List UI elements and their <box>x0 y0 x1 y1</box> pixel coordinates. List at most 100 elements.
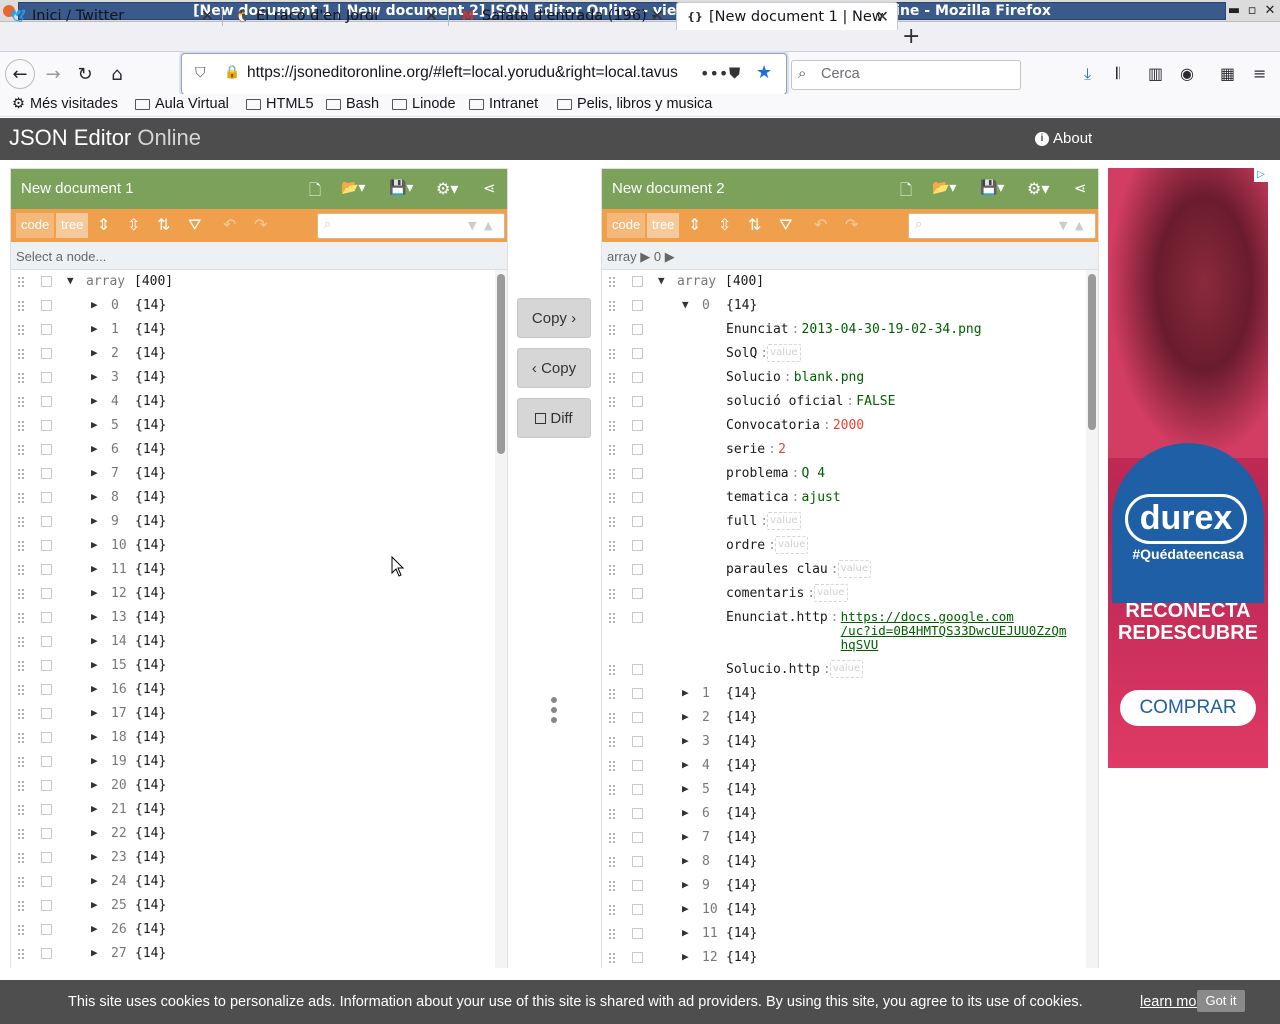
collapse-all-icon[interactable]: ⇳ <box>718 215 731 234</box>
drag-handle-icon[interactable] <box>17 924 25 936</box>
select-checkbox[interactable] <box>632 420 643 431</box>
field-value[interactable]: 2013-04-30-19-02-34.png <box>802 322 982 337</box>
about-link[interactable]: i About <box>1035 130 1092 147</box>
select-checkbox[interactable] <box>41 924 52 935</box>
collapse-all-icon[interactable]: ⇳ <box>127 215 140 234</box>
select-checkbox[interactable] <box>41 468 52 479</box>
tree-row[interactable]: ▶ 3 {14} <box>602 730 1098 754</box>
library-icon[interactable]: 𝄃 <box>1116 64 1120 84</box>
drag-handle-icon[interactable] <box>608 492 616 504</box>
home-icon[interactable]: ⌂ <box>102 59 132 89</box>
collapsed-arrow-icon[interactable]: ▶ <box>682 950 689 963</box>
drag-handle-icon[interactable] <box>17 900 25 912</box>
select-checkbox[interactable] <box>632 904 643 915</box>
field-row[interactable]: paraules clau: value <box>602 558 1098 582</box>
collapsed-arrow-icon[interactable]: ▶ <box>91 634 98 647</box>
tab-json-editor[interactable]: {} [New document 1 | New ✕ <box>676 2 898 30</box>
mode-code-button[interactable]: code <box>607 213 646 238</box>
select-checkbox[interactable] <box>41 660 52 671</box>
select-checkbox[interactable] <box>632 712 643 723</box>
drag-handle-icon[interactable] <box>17 492 25 504</box>
field-value[interactable]: Q 4 <box>802 466 825 481</box>
new-tab-icon[interactable]: + <box>902 25 920 49</box>
field-key[interactable]: tematica <box>726 490 789 505</box>
drag-handle-icon[interactable] <box>608 564 616 576</box>
expanded-arrow-icon[interactable]: ▼ <box>67 274 74 287</box>
field-key[interactable]: Enunciat.http <box>726 610 828 625</box>
expanded-arrow-icon[interactable]: ▼ <box>658 274 665 287</box>
tree-row[interactable]: ▶ 1 {14} <box>602 682 1098 706</box>
collapsed-arrow-icon[interactable]: ▶ <box>91 394 98 407</box>
select-checkbox[interactable] <box>41 516 52 527</box>
minimize-icon[interactable]: ▬ <box>1226 3 1242 19</box>
collapsed-arrow-icon[interactable]: ▶ <box>682 806 689 819</box>
select-checkbox[interactable] <box>41 948 52 959</box>
collapsed-arrow-icon[interactable]: ▶ <box>91 298 98 311</box>
tree-row[interactable]: ▶ 7 {14} <box>602 826 1098 850</box>
select-checkbox[interactable] <box>41 684 52 695</box>
collapsed-arrow-icon[interactable]: ▶ <box>682 926 689 939</box>
drag-handle-icon[interactable] <box>17 780 25 792</box>
collapsed-arrow-icon[interactable]: ▶ <box>682 782 689 795</box>
collapsed-arrow-icon[interactable]: ▶ <box>91 418 98 431</box>
field-row[interactable]: solució oficial: FALSE <box>602 390 1098 414</box>
search-next-icon[interactable]: ▼ <box>1059 219 1067 232</box>
drag-handle-icon[interactable] <box>17 420 25 432</box>
tree-row[interactable]: ▶ 10 {14} <box>602 898 1098 922</box>
select-checkbox[interactable] <box>632 396 643 407</box>
drag-handle-icon[interactable] <box>608 444 616 456</box>
tree-row[interactable]: ▶ 24 {14} <box>11 870 507 894</box>
collapsed-arrow-icon[interactable]: ▶ <box>91 754 98 767</box>
extensions-icon[interactable]: ▦ <box>1220 64 1235 83</box>
expand-all-icon[interactable]: ⇕ <box>688 215 701 234</box>
field-value[interactable]: ajust <box>802 490 841 505</box>
menu-icon[interactable]: ≡ <box>1253 64 1266 83</box>
select-checkbox[interactable] <box>632 300 643 311</box>
tree-row[interactable]: ▶ 14 {14} <box>11 630 507 654</box>
select-checkbox[interactable] <box>41 588 52 599</box>
field-value[interactable]: 2000 <box>833 418 864 433</box>
collapsed-arrow-icon[interactable]: ▶ <box>91 370 98 383</box>
tree-row[interactable]: ▶ 27 {14} <box>11 942 507 966</box>
drag-handle-icon[interactable] <box>17 444 25 456</box>
field-row[interactable]: SolQ: value <box>602 342 1098 366</box>
tree-row[interactable]: ▶ 26 {14} <box>11 918 507 942</box>
select-checkbox[interactable] <box>632 688 643 699</box>
select-checkbox[interactable] <box>41 828 52 839</box>
collapsed-arrow-icon[interactable]: ▶ <box>682 710 689 723</box>
collapsed-arrow-icon[interactable]: ▶ <box>91 610 98 623</box>
select-checkbox[interactable] <box>41 852 52 863</box>
select-checkbox[interactable] <box>632 880 643 891</box>
tree-row[interactable]: ▶ 4 {14} <box>602 754 1098 778</box>
field-key[interactable]: SolQ <box>726 346 757 361</box>
right-search-input[interactable]: ⌕ ▼ ▲ <box>908 213 1096 239</box>
select-checkbox[interactable] <box>41 492 52 503</box>
collapsed-arrow-icon[interactable]: ▶ <box>91 706 98 719</box>
drag-handle-icon[interactable] <box>608 736 616 748</box>
drag-handle-icon[interactable] <box>17 468 25 480</box>
tree-row[interactable]: ▶ 20 {14} <box>11 774 507 798</box>
collapsed-arrow-icon[interactable]: ▶ <box>682 902 689 915</box>
tree-row[interactable]: ▶ 6 {14} <box>602 802 1098 826</box>
drag-handle-icon[interactable] <box>608 688 616 700</box>
collapsed-arrow-icon[interactable]: ▶ <box>91 562 98 575</box>
expand-all-icon[interactable]: ⇕ <box>97 215 110 234</box>
ad-choices-icon[interactable]: ▷ <box>1254 168 1268 182</box>
select-checkbox[interactable] <box>41 348 52 359</box>
share-icon[interactable]: ⋖ <box>1074 179 1087 197</box>
share-icon[interactable]: ⋖ <box>483 179 496 197</box>
copy-left-button[interactable]: ‹ Copy <box>517 348 591 388</box>
tree-row[interactable]: ▶ 1 {14} <box>11 318 507 342</box>
select-checkbox[interactable] <box>41 708 52 719</box>
select-checkbox[interactable] <box>41 372 52 383</box>
drag-handle-icon[interactable] <box>608 832 616 844</box>
tree-row[interactable]: ▶ 10 {14} <box>11 534 507 558</box>
tree-root-row[interactable]: ▼ array [400] <box>11 270 507 294</box>
scroll-thumb[interactable] <box>497 274 505 454</box>
drag-handle-icon[interactable] <box>608 396 616 408</box>
drag-handle-icon[interactable] <box>17 828 25 840</box>
field-row[interactable]: Solucio: blank.png <box>602 366 1098 390</box>
lock-icon[interactable]: 🔒 <box>224 65 240 80</box>
select-checkbox[interactable] <box>632 564 643 575</box>
search-next-icon[interactable]: ▼ <box>468 219 476 232</box>
